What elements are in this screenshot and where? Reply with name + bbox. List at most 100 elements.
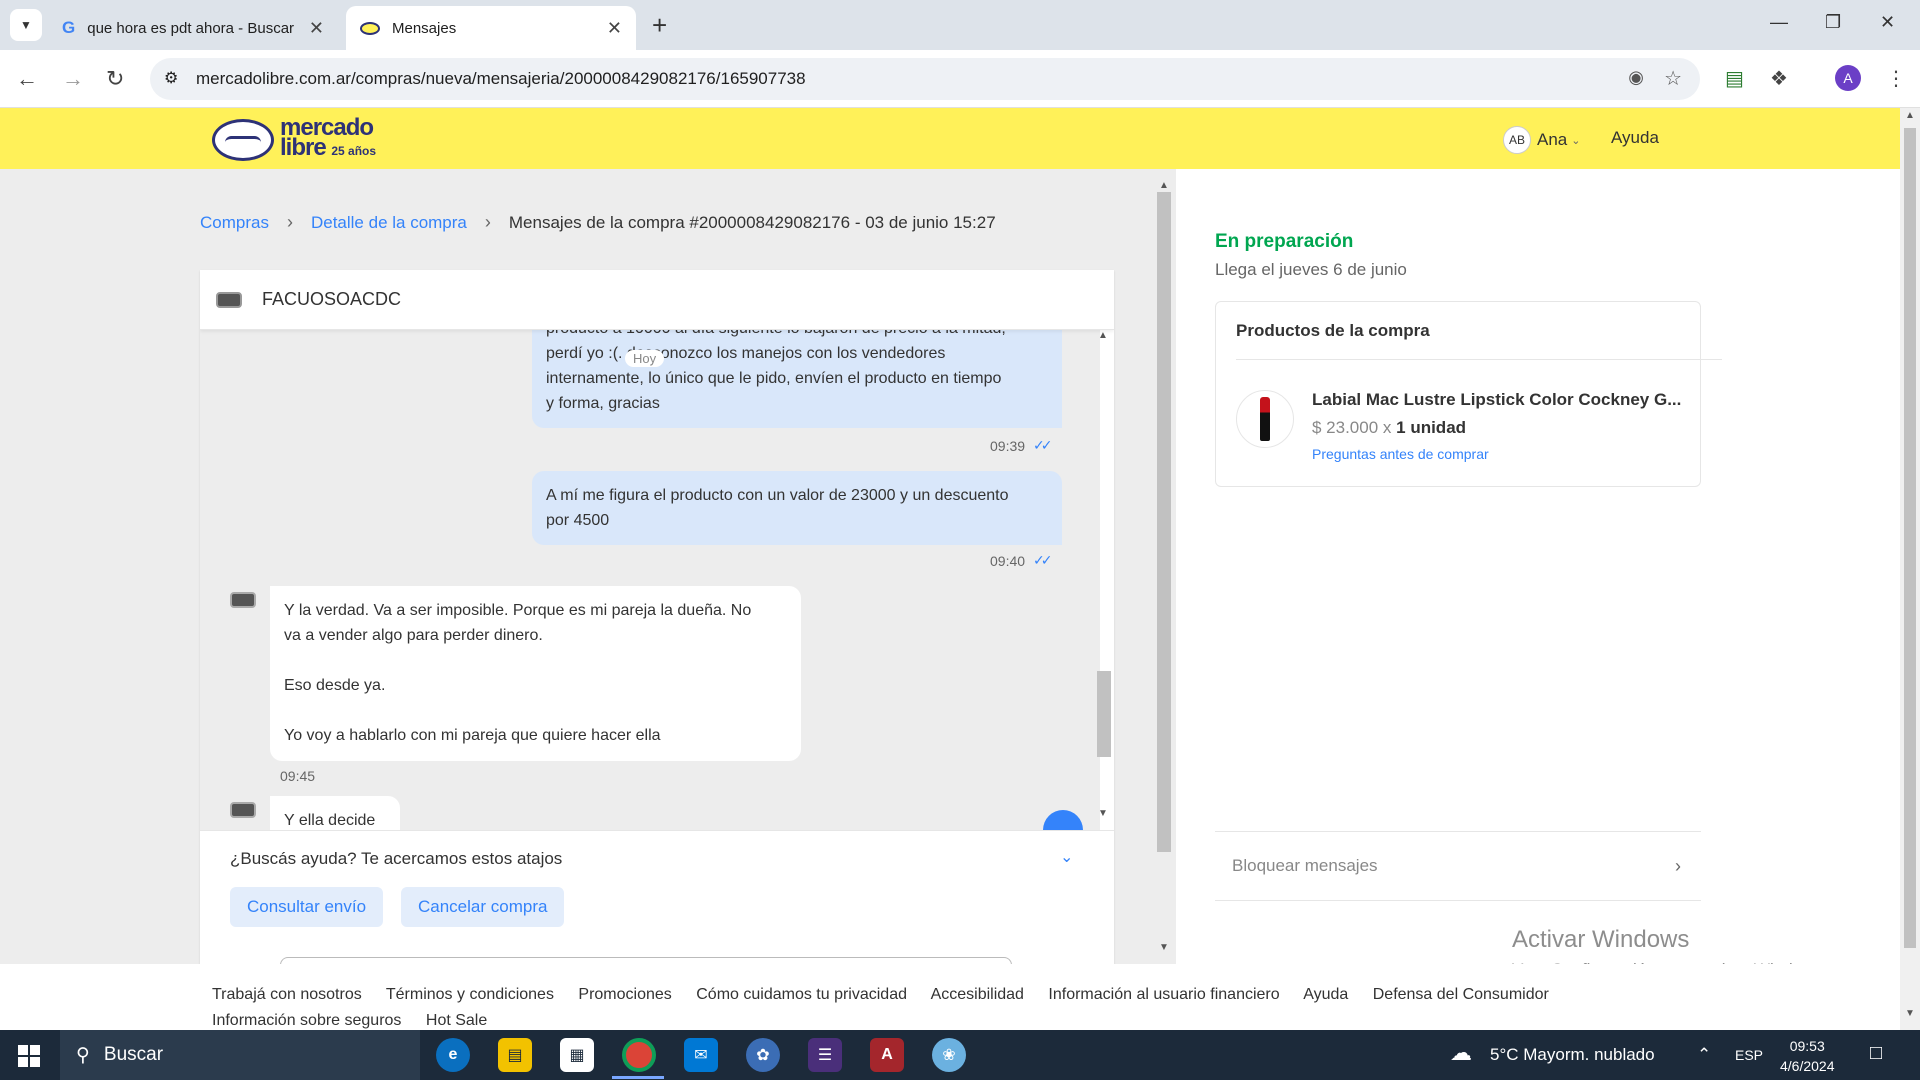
lipstick-image[interactable]	[1236, 390, 1294, 448]
breadcrumb-current: Mensajes de la compra #2000008429082176 …	[508, 212, 996, 232]
restore-button[interactable]: ❐	[1825, 12, 1841, 33]
close-tab-icon[interactable]: ✕	[607, 18, 622, 39]
footer-link[interactable]: Hot Sale	[426, 1012, 487, 1029]
footer-link[interactable]: Trabajá con nosotros	[212, 986, 362, 1003]
windows-taskbar: ⚲ Buscar e ▤ ▦ ✉ ✿ ☰ A ❀ ☁ 5°C Mayorm. n…	[0, 1030, 1920, 1080]
chrome-icon[interactable]	[622, 1038, 656, 1072]
language-indicator[interactable]: ESP	[1735, 1047, 1763, 1063]
paint-icon[interactable]: ❀	[932, 1038, 966, 1072]
message-input[interactable]	[280, 957, 1012, 964]
chevron-down-icon[interactable]: ⌄	[1060, 847, 1073, 867]
store-icon[interactable]: ▦	[560, 1038, 594, 1072]
shortcuts-panel: ¿Buscás ayuda? Te acercamos estos atajos…	[200, 830, 1114, 964]
minimize-button[interactable]: —	[1770, 12, 1788, 33]
scrollbar-thumb[interactable]	[1157, 192, 1171, 852]
app-icon[interactable]: ✿	[746, 1038, 780, 1072]
mercadolibre-icon	[360, 21, 380, 35]
profile-avatar[interactable]: A	[1835, 65, 1861, 91]
active-app-indicator	[612, 1076, 664, 1079]
download-icon[interactable]: ▤	[1725, 66, 1744, 91]
window-scrollbar[interactable]: ▲ ▼	[1900, 108, 1920, 1030]
weather-icon[interactable]: ☁	[1450, 1040, 1472, 1066]
chevron-up-icon[interactable]: ⌃	[1697, 1045, 1711, 1065]
message-bubble-outgoing: A mí me figura el producto con un valor …	[532, 471, 1062, 545]
products-title: Productos de la compra	[1236, 302, 1722, 360]
search-icon: ⚲	[76, 1044, 90, 1066]
eye-off-icon[interactable]: ◉	[1628, 67, 1644, 88]
close-window-button[interactable]: ✕	[1880, 12, 1895, 33]
mail-icon[interactable]: ✉	[684, 1038, 718, 1072]
tab-mensajes[interactable]: Mensajes ✕	[346, 6, 636, 50]
seller-avatar	[230, 802, 256, 818]
read-check-icon: ✓✓	[1033, 552, 1053, 568]
tab-google-search[interactable]: G que hora es pdt ahora - Buscar ✕	[48, 6, 338, 50]
breadcrumb: Compras › Detalle de la compra › Mensaje…	[200, 212, 996, 233]
menu-icon[interactable]: ⋮	[1886, 66, 1906, 91]
footer-link[interactable]: Términos y condiciones	[386, 986, 554, 1003]
breadcrumb-detalle[interactable]: Detalle de la compra	[311, 213, 467, 233]
scroll-down-icon[interactable]: ▼	[1159, 942, 1169, 953]
footer-link[interactable]: Promociones	[578, 986, 671, 1003]
scroll-up-icon[interactable]: ▲	[1098, 330, 1108, 341]
footer-link[interactable]: Ayuda	[1303, 986, 1348, 1003]
chat-panel: FACUOSOACDC producto a 10000 al día sigu…	[200, 270, 1114, 964]
questions-link[interactable]: Preguntas antes de comprar	[1312, 446, 1489, 462]
site-footer: Trabajá con nosotros Términos y condicio…	[0, 964, 1900, 1030]
site-info-icon[interactable]: ⚙	[164, 68, 178, 88]
scroll-down-icon[interactable]: ▼	[1098, 808, 1108, 819]
product-name[interactable]: Labial Mac Lustre Lipstick Color Cockney…	[1312, 390, 1682, 410]
footer-link[interactable]: Cómo cuidamos tu privacidad	[696, 986, 907, 1003]
clock[interactable]: 09:53 4/6/2024	[1780, 1036, 1835, 1076]
file-explorer-icon[interactable]: ▤	[498, 1038, 532, 1072]
tab-title: que hora es pdt ahora - Buscar	[87, 19, 295, 37]
scroll-down-icon[interactable]: ▼	[1905, 1008, 1915, 1019]
block-messages-label: Bloquear mensajes	[1232, 856, 1378, 875]
mercadolibre-logo[interactable]: mercado libre 25 años	[212, 116, 376, 161]
edge-icon[interactable]: e	[436, 1038, 470, 1072]
url-text: mercadolibre.com.ar/compras/nueva/mensaj…	[196, 69, 806, 88]
tab-search-button[interactable]: ▼	[10, 9, 42, 41]
taskbar-search[interactable]: ⚲ Buscar	[60, 1030, 420, 1080]
address-bar[interactable]: ⚙ mercadolibre.com.ar/compras/nueva/mens…	[150, 58, 1700, 100]
breadcrumb-compras[interactable]: Compras	[200, 213, 269, 233]
footer-link[interactable]: Información al usuario financiero	[1048, 986, 1279, 1003]
star-icon[interactable]: ☆	[1664, 66, 1682, 91]
close-tab-icon[interactable]: ✕	[309, 18, 324, 39]
reload-button[interactable]: ↻	[106, 66, 124, 92]
scrollbar-thumb[interactable]	[1097, 671, 1111, 757]
footer-link[interactable]: Accesibilidad	[931, 986, 1024, 1003]
block-messages-row[interactable]: Bloquear mensajes ›	[1215, 831, 1701, 901]
help-link[interactable]: Ayuda	[1611, 128, 1659, 148]
order-status: En preparación	[1215, 231, 1354, 252]
cancelar-compra-button[interactable]: Cancelar compra	[401, 887, 565, 927]
site-header: mercado libre 25 años AB Ana ⌄ Ayuda	[0, 108, 1900, 169]
notifications-icon[interactable]: □	[1870, 1042, 1882, 1065]
message-bubble-incoming: Y la verdad. Va a ser imposible. Porque …	[270, 586, 801, 761]
handshake-icon	[212, 118, 274, 161]
extensions-icon[interactable]: ❖	[1770, 66, 1788, 91]
app-icon-2[interactable]: ☰	[808, 1038, 842, 1072]
new-tab-button[interactable]: +	[652, 10, 667, 41]
chevron-right-icon: ›	[286, 212, 293, 232]
weather-text[interactable]: 5°C Mayorm. nublado	[1490, 1045, 1655, 1065]
scrollbar-thumb[interactable]	[1904, 128, 1916, 948]
user-menu[interactable]: AB Ana ⌄	[1503, 126, 1580, 154]
access-icon[interactable]: A	[870, 1038, 904, 1072]
message-time: 09:40 ✓✓	[990, 552, 1053, 569]
chat-page-scrollbar[interactable]: ▲ ▼	[1155, 180, 1173, 964]
start-button[interactable]	[18, 1045, 40, 1067]
consultar-envio-button[interactable]: Consultar envío	[230, 887, 384, 927]
footer-link[interactable]: Información sobre seguros	[212, 1012, 401, 1029]
scroll-up-icon[interactable]: ▲	[1159, 180, 1169, 191]
back-button[interactable]: ←	[16, 66, 38, 92]
google-g-icon: G	[62, 18, 76, 37]
products-card: Productos de la compra Labial Mac Lustre…	[1215, 301, 1722, 487]
user-avatar: AB	[1503, 126, 1531, 154]
footer-link[interactable]: Defensa del Consumidor	[1373, 986, 1549, 1003]
message-scrollbar[interactable]: ▲ ▼	[1095, 330, 1111, 825]
scroll-up-icon[interactable]: ▲	[1905, 110, 1915, 121]
browser-tab-strip: ▼ G que hora es pdt ahora - Buscar ✕ Men…	[0, 0, 1920, 50]
tab-title: Mensajes	[392, 19, 457, 37]
forward-button[interactable]: →	[62, 66, 84, 92]
day-chip: Hoy	[625, 350, 665, 367]
